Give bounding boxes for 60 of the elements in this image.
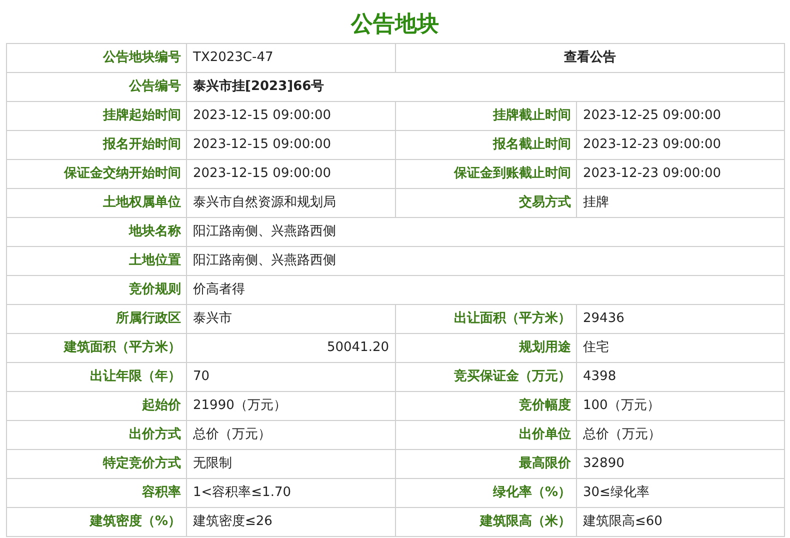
field-label: 出价单位 xyxy=(396,420,576,450)
field-value: 2023-12-23 09:00:00 xyxy=(576,160,784,188)
field-label: 出让年限（年） xyxy=(6,362,186,392)
field-value: 价高者得 xyxy=(186,276,784,304)
field-label: 规划用途 xyxy=(396,334,576,362)
field-label: 挂牌截止时间 xyxy=(396,102,576,130)
field-value: 住宅 xyxy=(576,334,784,362)
field-value: 2023-12-15 09:00:00 xyxy=(186,160,396,188)
field-label: 土地权属单位 xyxy=(6,188,186,218)
field-value: 阳江路南侧、兴燕路西侧 xyxy=(186,218,784,246)
field-label: 土地位置 xyxy=(6,246,186,276)
field-value: 2023-12-15 09:00:00 xyxy=(186,102,396,130)
field-label: 保证金到账截止时间 xyxy=(396,160,576,188)
field-label: 建筑限高（米） xyxy=(396,508,576,536)
field-label: 竞买保证金（万元） xyxy=(396,362,576,392)
field-label: 特定竞价方式 xyxy=(6,450,186,478)
field-value: 2023-12-23 09:00:00 xyxy=(576,130,784,160)
field-label: 起始价 xyxy=(6,392,186,420)
field-label: 挂牌起始时间 xyxy=(6,102,186,130)
view-notice-link[interactable]: 查看公告 xyxy=(564,50,616,66)
field-value: 总价（万元） xyxy=(576,420,784,450)
field-value: 泰兴市自然资源和规划局 xyxy=(186,188,396,218)
field-value: 建筑密度≤26 xyxy=(186,508,396,536)
field-label: 报名截止时间 xyxy=(396,130,576,160)
field-value: 泰兴市 xyxy=(186,304,396,334)
field-value: 32890 xyxy=(576,450,784,478)
field-label: 公告编号 xyxy=(6,72,186,102)
field-value: 1<容积率≤1.70 xyxy=(186,478,396,508)
field-label: 容积率 xyxy=(6,478,186,508)
field-value: 2023-12-15 09:00:00 xyxy=(186,130,396,160)
field-value: 30≤绿化率 xyxy=(576,478,784,508)
field-label: 建筑面积（平方米） xyxy=(6,334,186,362)
field-value: 总价（万元） xyxy=(186,420,396,450)
field-label: 竞价幅度 xyxy=(396,392,576,420)
field-value: 70 xyxy=(186,362,396,392)
field-value: TX2023C-47 xyxy=(186,44,396,72)
field-value: 泰兴市挂[2023]66号 xyxy=(186,72,784,102)
field-value: 50041.20 xyxy=(186,334,396,362)
field-value: 无限制 xyxy=(186,450,396,478)
field-value: 29436 xyxy=(576,304,784,334)
field-label: 公告地块编号 xyxy=(6,44,186,72)
field-value: 建筑限高≤60 xyxy=(576,508,784,536)
page-title: 公告地块 xyxy=(350,11,440,39)
field-value: 100（万元） xyxy=(576,392,784,420)
field-label: 所属行政区 xyxy=(6,304,186,334)
field-label: 出价方式 xyxy=(6,420,186,450)
field-value: 2023-12-25 09:00:00 xyxy=(576,102,784,130)
field-label: 报名开始时间 xyxy=(6,130,186,160)
field-label: 保证金交纳开始时间 xyxy=(6,160,186,188)
field-value: 挂牌 xyxy=(576,188,784,218)
field-label: 竞价规则 xyxy=(6,276,186,304)
field-label: 建筑密度（%） xyxy=(6,508,186,536)
field-value: 4398 xyxy=(576,362,784,392)
field-value: 阳江路南侧、兴燕路西侧 xyxy=(186,246,784,276)
field-label: 绿化率（%） xyxy=(396,478,576,508)
field-label: 地块名称 xyxy=(6,218,186,246)
field-value: 21990（万元） xyxy=(186,392,396,420)
field-label: 出让面积（平方米） xyxy=(396,304,576,334)
field-label: 最高限价 xyxy=(396,450,576,478)
field-label: 交易方式 xyxy=(396,188,576,218)
